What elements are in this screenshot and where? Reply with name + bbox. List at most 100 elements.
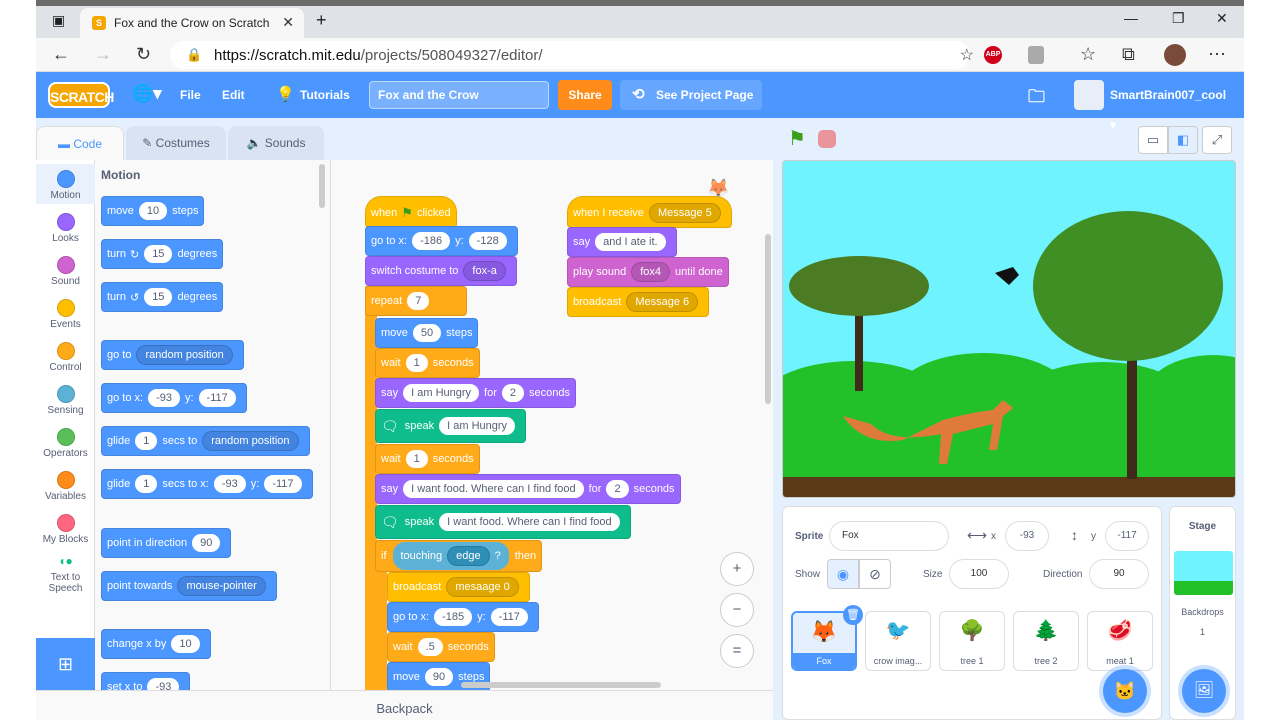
block-wait[interactable]: wait 1 seconds bbox=[375, 348, 480, 378]
block-input[interactable]: 7 bbox=[407, 292, 430, 310]
choose-backdrop-icon[interactable]: 🖼 bbox=[1182, 669, 1226, 713]
my-stuff-folder-icon[interactable]: 🗀 bbox=[1028, 84, 1045, 113]
tab-actions-icon[interactable]: ▣ bbox=[52, 12, 65, 29]
minimize-icon[interactable]: — bbox=[1124, 10, 1138, 26]
block-glide-to[interactable]: glide 1 secs to random position bbox=[101, 426, 310, 456]
delete-sprite-icon[interactable]: 🗑 bbox=[843, 605, 863, 625]
adblock-icon[interactable]: ABP bbox=[984, 46, 1002, 64]
block-say-for[interactable]: say I am Hungry for 2 seconds bbox=[375, 378, 576, 408]
normal-stage-icon[interactable]: ◧ bbox=[1168, 126, 1198, 154]
favorite-star-icon[interactable]: ☆ bbox=[960, 45, 974, 65]
language-globe-icon[interactable]: 🌐▾ bbox=[132, 84, 162, 104]
block-input[interactable]: I am Hungry bbox=[403, 384, 480, 402]
sprite-tile-meat-1[interactable]: 🥩 meat 1 bbox=[1087, 611, 1153, 671]
block-input[interactable]: -117 bbox=[490, 608, 528, 626]
block-go-to-xy[interactable]: go to x: -185 y: -117 bbox=[387, 602, 539, 632]
sprite-tile-tree-1[interactable]: 🌳 tree 1 bbox=[939, 611, 1005, 671]
block-input[interactable]: 1 bbox=[405, 450, 428, 468]
sprite-tile-tree-2[interactable]: 🌲 tree 2 bbox=[1013, 611, 1079, 671]
back-icon[interactable]: ← bbox=[52, 44, 70, 65]
block-broadcast[interactable]: broadcast mesaage 0 bbox=[387, 572, 530, 602]
y-field[interactable]: -117 bbox=[1105, 521, 1149, 551]
stop-button[interactable] bbox=[818, 130, 836, 148]
choose-sprite-cat-icon[interactable]: 🐱 bbox=[1103, 669, 1147, 713]
block-input[interactable]: 2 bbox=[501, 384, 525, 402]
tab-costumes[interactable]: ✎ Costumes bbox=[126, 126, 226, 160]
stage-target-pane[interactable]: Stage Backdrops 1 🖼 bbox=[1169, 506, 1236, 720]
close-tab-icon[interactable]: ✕ bbox=[282, 14, 294, 31]
forward-icon[interactable]: → bbox=[94, 44, 112, 65]
block-input[interactable]: I want food. Where can I find food bbox=[403, 480, 584, 498]
block-go-to[interactable]: go to random position bbox=[101, 340, 244, 370]
block-turn-left[interactable]: turn ↺ 15 degrees bbox=[101, 282, 224, 312]
category-text-to-speech[interactable]: ◖● Text to Speech bbox=[36, 554, 95, 600]
category-events[interactable]: Events bbox=[36, 293, 95, 333]
block-input[interactable]: 1 bbox=[405, 354, 428, 372]
script-vertical-scrollbar[interactable] bbox=[765, 234, 771, 404]
block-input[interactable]: 1 bbox=[135, 475, 158, 493]
block-input[interactable]: -93 bbox=[148, 389, 180, 407]
block-point-towards[interactable]: point towards mouse-pointer bbox=[101, 571, 277, 601]
edit-menu[interactable]: Edit bbox=[222, 88, 245, 102]
block-go-to-xy[interactable]: go to x: -93 y: -117 bbox=[101, 383, 247, 413]
block-glide-to-xy[interactable]: glide 1 secs to x: -93 y: -117 bbox=[101, 469, 313, 499]
block-input[interactable]: 1 bbox=[135, 432, 158, 450]
block-input[interactable]: 15 bbox=[144, 288, 173, 306]
zoom-reset-button[interactable]: = bbox=[720, 634, 754, 668]
block-input[interactable]: 15 bbox=[144, 245, 173, 263]
block-wait[interactable]: wait .5 seconds bbox=[387, 632, 495, 662]
tutorials-button[interactable]: Tutorials bbox=[300, 88, 350, 102]
sprite-tile-fox[interactable]: 🦊 Fox 🗑 bbox=[791, 605, 863, 671]
block-dropdown[interactable]: random position bbox=[202, 431, 299, 451]
category-my-blocks[interactable]: My Blocks bbox=[36, 508, 95, 548]
block-input[interactable]: -93 bbox=[213, 475, 246, 493]
block-input[interactable]: 10 bbox=[138, 202, 168, 220]
block-broadcast[interactable]: broadcast Message 6 bbox=[567, 287, 710, 317]
zoom-out-button[interactable]: − bbox=[720, 593, 754, 627]
hide-eye-icon[interactable]: ⊘ bbox=[859, 559, 891, 589]
see-project-page-button[interactable]: ⟲ See Project Page bbox=[620, 80, 762, 110]
block-dropdown[interactable]: Message 5 bbox=[648, 203, 721, 223]
block-input[interactable]: 50 bbox=[412, 324, 442, 342]
category-motion[interactable]: Motion bbox=[36, 164, 95, 204]
script-horizontal-scrollbar[interactable] bbox=[461, 682, 661, 688]
block-input[interactable]: -93 bbox=[147, 678, 180, 690]
block-wait[interactable]: wait 1 seconds bbox=[375, 444, 480, 474]
collections-icon[interactable]: ⧉ bbox=[1122, 44, 1135, 65]
block-point-in-direction[interactable]: point in direction 90 bbox=[101, 528, 232, 558]
block-dropdown[interactable]: random position bbox=[136, 345, 233, 365]
block-dropdown[interactable]: Message 6 bbox=[626, 292, 699, 312]
block-when-flag-clicked[interactable]: when ⚑ clicked bbox=[365, 196, 457, 228]
more-menu-icon[interactable]: ⋯ bbox=[1208, 44, 1226, 65]
block-input[interactable]: -128 bbox=[468, 232, 507, 250]
profile-avatar[interactable] bbox=[1164, 44, 1186, 66]
block-speak[interactable]: 🗨 speak I want food. Where can I find food bbox=[375, 505, 631, 539]
refresh-icon[interactable]: ↻ bbox=[136, 44, 151, 65]
block-play-sound-until-done[interactable]: play sound fox4 until done bbox=[567, 257, 729, 287]
direction-field[interactable]: 90 bbox=[1089, 559, 1149, 589]
extension-icon[interactable] bbox=[1028, 46, 1044, 64]
block-change-x[interactable]: change x by 10 bbox=[101, 629, 211, 659]
block-dropdown[interactable]: fox-a bbox=[463, 261, 506, 281]
block-input[interactable]: -185 bbox=[434, 608, 473, 626]
category-operators[interactable]: Operators bbox=[36, 422, 95, 462]
block-input[interactable]: -186 bbox=[412, 232, 451, 250]
sprite-name-field[interactable]: Fox bbox=[829, 521, 949, 551]
block-dropdown[interactable]: edge bbox=[447, 546, 490, 566]
block-input[interactable]: 90 bbox=[424, 668, 454, 686]
block-turn-right[interactable]: turn ↻ 15 degrees bbox=[101, 239, 224, 269]
tab-code[interactable]: ▬ Code bbox=[36, 126, 124, 160]
new-tab-icon[interactable]: + bbox=[316, 10, 327, 31]
block-say[interactable]: say and I ate it. bbox=[567, 227, 677, 257]
size-field[interactable]: 100 bbox=[949, 559, 1009, 589]
zoom-in-button[interactable]: + bbox=[720, 552, 754, 586]
block-switch-costume[interactable]: switch costume to fox-a bbox=[365, 256, 517, 286]
block-move-steps[interactable]: move 50 steps bbox=[375, 318, 479, 348]
favorites-icon[interactable]: ☆ bbox=[1080, 44, 1096, 65]
palette-scrollbar[interactable] bbox=[319, 164, 325, 208]
category-looks[interactable]: Looks bbox=[36, 207, 95, 247]
block-input[interactable]: and I ate it. bbox=[595, 233, 666, 251]
block-move-steps[interactable]: move 10 steps bbox=[101, 196, 205, 226]
category-variables[interactable]: Variables bbox=[36, 465, 95, 505]
category-sensing[interactable]: Sensing bbox=[36, 379, 95, 419]
